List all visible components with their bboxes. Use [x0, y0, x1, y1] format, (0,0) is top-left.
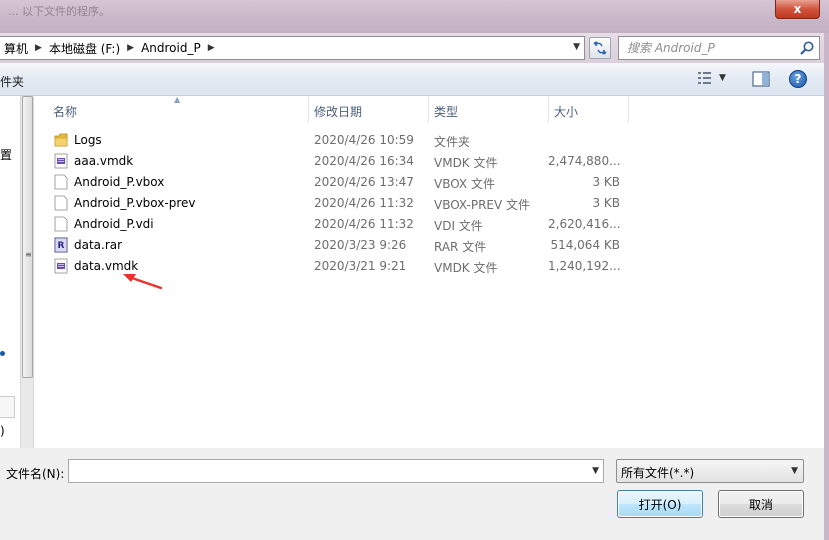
file-size: 514,064 KB: [550, 238, 620, 252]
blank-file-icon: [54, 174, 68, 190]
address-dropdown-icon[interactable]: ▼: [573, 42, 580, 52]
file-type: VMDK 文件: [434, 261, 498, 275]
vmdk-file-icon: [54, 153, 68, 169]
file-size: 1,240,192...: [548, 259, 621, 273]
help-button[interactable]: ?: [789, 70, 807, 88]
view-list-icon: [698, 72, 711, 84]
file-name: aaa.vmdk: [74, 154, 134, 168]
breadcrumb-separator-icon[interactable]: ▶: [32, 43, 45, 53]
folder-icon: [54, 133, 68, 147]
change-view-button[interactable]: ▼: [697, 71, 726, 85]
nav-scrollbar[interactable]: ≡: [20, 96, 34, 448]
close-button[interactable]: x: [775, 0, 820, 19]
toolbar: 件夹 ▼ ?: [0, 63, 829, 96]
filename-label: 文件名(N):: [6, 467, 65, 481]
column-header-type[interactable]: 类型: [429, 96, 549, 123]
title-bar: ... 以下文件的程序。 x: [0, 0, 829, 33]
breadcrumb[interactable]: 算机 ▶ 本地磁盘 (F:) ▶ Android_P ▶ ▼: [0, 36, 585, 60]
window-border: [824, 33, 829, 540]
file-name: Android_P.vbox-prev: [74, 196, 196, 210]
file-date: 2020/4/26 13:47: [314, 175, 414, 189]
file-date: 2020/3/21 9:21: [314, 259, 407, 273]
help-icon: ?: [794, 72, 802, 86]
open-button[interactable]: 打开(O): [617, 490, 703, 518]
file-size: 3 KB: [592, 175, 620, 189]
file-size: 2,474,880...: [548, 154, 621, 168]
cancel-button[interactable]: 取消: [718, 490, 804, 518]
file-row[interactable]: Android_P.vdi 2020/4/26 11:32 VDI 文件 2,6…: [36, 214, 626, 235]
file-type: VBOX 文件: [434, 177, 495, 191]
file-date: 2020/4/26 11:32: [314, 217, 414, 231]
file-type-filter-value: 所有文件(*.*): [621, 466, 695, 480]
bottom-panel: 文件名(N): ▼ 所有文件(*.*) ▼ 打开(O) 取消: [0, 448, 829, 540]
breadcrumb-separator-icon[interactable]: ▶: [205, 43, 218, 53]
vmdk-file-icon: [54, 258, 68, 274]
navigation-pane[interactable]: 置 ): [0, 96, 20, 448]
file-date: 2020/4/26 11:32: [314, 196, 414, 210]
refresh-icon: [593, 41, 607, 55]
file-date: 2020/4/26 10:59: [314, 133, 414, 147]
file-row[interactable]: Android_P.vbox 2020/4/26 13:47 VBOX 文件 3…: [36, 172, 626, 193]
file-date: 2020/4/26 16:34: [314, 154, 414, 168]
breadcrumb-computer[interactable]: 算机: [0, 40, 32, 57]
chevron-down-icon[interactable]: ▼: [719, 73, 726, 83]
file-name: data.rar: [74, 238, 123, 252]
grip-icon: ≡: [25, 250, 32, 259]
file-row[interactable]: Logs 2020/4/26 10:59 文件夹: [36, 130, 626, 151]
file-type-filter-select[interactable]: 所有文件(*.*) ▼: [616, 459, 804, 483]
search-icon[interactable]: [799, 40, 815, 56]
column-header-row: ▲ 名称 修改日期 类型 大小: [36, 95, 829, 123]
file-size: 2,620,416...: [548, 217, 621, 231]
file-row[interactable]: aaa.vmdk 2020/4/26 16:34 VMDK 文件 2,474,8…: [36, 151, 626, 172]
nav-item-fragment[interactable]: 置: [0, 146, 12, 163]
rar-file-icon: R: [54, 237, 68, 253]
column-header-name[interactable]: 名称: [48, 96, 309, 123]
file-name: Android_P.vdi: [74, 217, 154, 231]
nav-item-box[interactable]: [0, 396, 15, 418]
file-name: Logs: [74, 133, 102, 147]
breadcrumb-drive[interactable]: 本地磁盘 (F:): [45, 40, 124, 57]
annotation-arrow-icon: [123, 274, 163, 290]
file-size: 3 KB: [592, 196, 620, 210]
column-header-date[interactable]: 修改日期: [309, 96, 429, 123]
preview-pane-button[interactable]: [752, 71, 770, 90]
nav-item-marker: [0, 351, 5, 356]
file-name: Android_P.vbox: [74, 175, 165, 189]
filename-combobox[interactable]: ▼: [68, 459, 604, 483]
new-folder-button[interactable]: 件夹: [0, 73, 24, 90]
chevron-down-icon[interactable]: ▼: [592, 466, 599, 476]
breadcrumb-separator-icon[interactable]: ▶: [124, 43, 137, 53]
column-header-size[interactable]: 大小: [549, 96, 629, 123]
file-type: RAR 文件: [434, 240, 487, 254]
preview-pane-icon: [752, 71, 770, 87]
refresh-button[interactable]: [589, 37, 611, 59]
blank-file-icon: [54, 195, 68, 211]
file-type: VDI 文件: [434, 219, 483, 233]
file-row[interactable]: R data.rar 2020/3/23 9:26 RAR 文件 514,064…: [36, 235, 626, 256]
filename-input[interactable]: [69, 460, 579, 482]
file-row[interactable]: Android_P.vbox-prev 2020/4/26 11:32 VBOX…: [36, 193, 626, 214]
title-faded-text: ... 以下文件的程序。: [8, 5, 110, 18]
blank-file-icon: [54, 216, 68, 232]
file-type: VBOX-PREV 文件: [434, 198, 531, 212]
file-type: VMDK 文件: [434, 156, 498, 170]
address-row: 算机 ▶ 本地磁盘 (F:) ▶ Android_P ▶ ▼: [0, 33, 829, 63]
nav-item-fragment[interactable]: ): [0, 424, 5, 438]
search-input[interactable]: [619, 41, 789, 55]
file-type: 文件夹: [434, 135, 471, 149]
search-box[interactable]: [618, 36, 820, 60]
chevron-down-icon[interactable]: ▼: [791, 466, 798, 476]
breadcrumb-folder[interactable]: Android_P: [137, 41, 205, 55]
nav-scrollbar-thumb[interactable]: ≡: [22, 96, 33, 378]
close-icon: x: [793, 2, 802, 16]
svg-text:R: R: [58, 241, 65, 251]
file-date: 2020/3/23 9:26: [314, 238, 407, 252]
